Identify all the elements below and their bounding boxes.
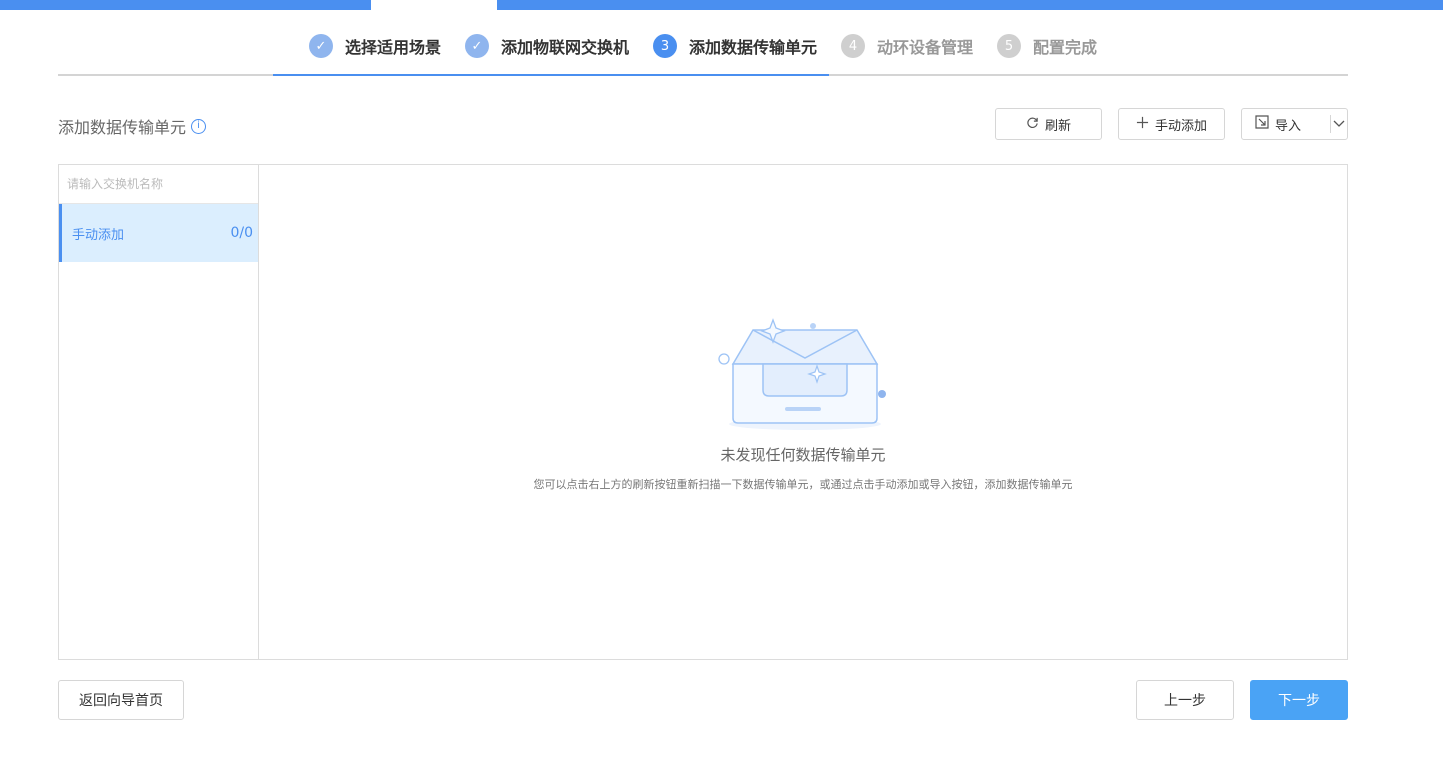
check-icon: ✓ — [309, 34, 333, 58]
step-4: 4 动环设备管理 — [841, 34, 973, 58]
top-accent-bar-left — [0, 0, 371, 10]
manual-add-button[interactable]: 手动添加 — [1118, 108, 1225, 140]
section-title: 添加数据传输单元 i — [58, 114, 207, 138]
step-number: 5 — [997, 34, 1021, 58]
empty-state-title: 未发现任何数据传输单元 — [720, 446, 886, 464]
step-5: 5 配置完成 — [997, 34, 1097, 58]
refresh-button[interactable]: 刷新 — [995, 108, 1102, 140]
chevron-down-icon — [1333, 117, 1345, 132]
steps-active-indicator — [273, 74, 829, 76]
empty-state-description: 您可以点击右上方的刷新按钮重新扫描一下数据传输单元，或通过点击手动添加或导入按钮… — [533, 478, 1073, 491]
top-accent-bar-right — [497, 0, 1443, 10]
sidebar-item-manual-add[interactable]: 手动添加 0/0 — [59, 204, 258, 262]
step-number: 3 — [653, 34, 677, 58]
manual-add-label: 手动添加 — [1154, 118, 1207, 134]
step-number: 4 — [841, 34, 865, 58]
step-label: 配置完成 — [1033, 38, 1098, 57]
switch-search-input[interactable] — [59, 165, 258, 204]
empty-box-illustration — [718, 318, 886, 430]
section-title-text: 添加数据传输单元 — [58, 118, 187, 137]
previous-step-button[interactable]: 上一步 — [1136, 680, 1234, 720]
step-label: 动环设备管理 — [877, 38, 974, 57]
empty-state: 未发现任何数据传输单元 您可以点击右上方的刷新按钮重新扫描一下数据传输单元，或通… — [260, 300, 1346, 520]
step-label: 添加数据传输单元 — [689, 38, 818, 57]
refresh-label: 刷新 — [1044, 118, 1071, 134]
refresh-icon — [1026, 116, 1039, 133]
back-to-wizard-home-button[interactable]: 返回向导首页 — [58, 680, 184, 720]
plus-icon — [1136, 116, 1149, 133]
next-step-button[interactable]: 下一步 — [1250, 680, 1348, 720]
sidebar-item-count: 0/0 — [230, 225, 253, 241]
import-icon — [1255, 115, 1269, 133]
switch-sidebar: 手动添加 0/0 — [59, 165, 259, 659]
info-icon[interactable]: i — [191, 118, 207, 134]
check-icon: ✓ — [465, 34, 489, 58]
import-dropdown-toggle[interactable] — [1331, 109, 1347, 139]
step-2: ✓ 添加物联网交换机 — [465, 34, 629, 58]
step-label: 添加物联网交换机 — [501, 38, 630, 57]
import-button[interactable]: 导入 — [1242, 109, 1330, 139]
sidebar-item-label: 手动添加 — [72, 227, 125, 243]
import-button-group: 导入 — [1241, 108, 1348, 140]
step-label: 选择适用场景 — [345, 38, 442, 57]
import-label: 导入 — [1275, 118, 1302, 134]
step-1: ✓ 选择适用场景 — [309, 34, 441, 58]
step-3: 3 添加数据传输单元 — [653, 34, 817, 58]
